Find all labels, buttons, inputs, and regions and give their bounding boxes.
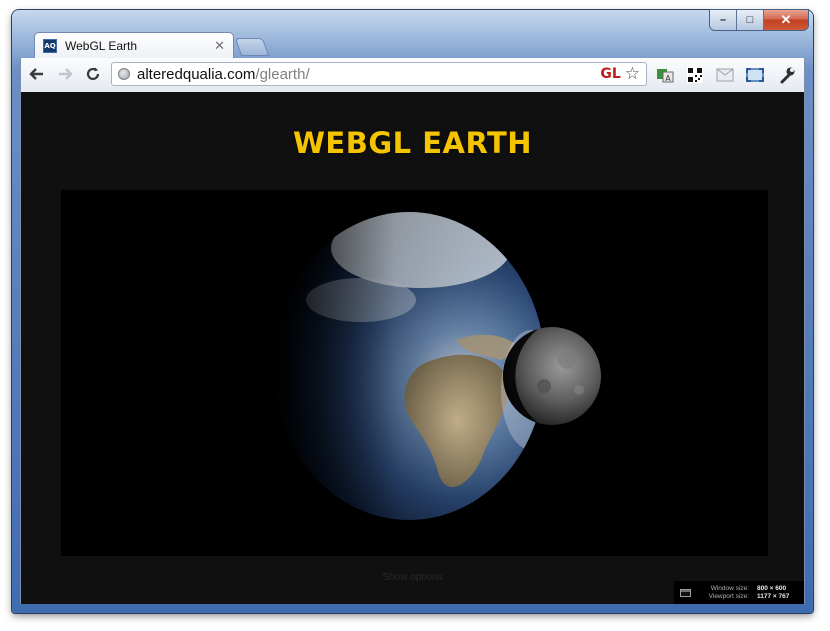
back-icon[interactable] bbox=[27, 65, 47, 85]
address-bar[interactable]: alteredqualia.com/glearth/ GL ☆ bbox=[111, 62, 647, 86]
url-host: alteredqualia.com bbox=[137, 65, 256, 83]
url-path: /glearth/ bbox=[255, 65, 310, 83]
forward-icon[interactable] bbox=[55, 65, 75, 85]
webgl-badge[interactable]: GL bbox=[600, 66, 620, 82]
viewport-size-label: Viewport size: bbox=[708, 592, 749, 600]
qr-code-icon[interactable] bbox=[685, 65, 705, 85]
fullscreen-icon[interactable] bbox=[745, 65, 765, 85]
window-icon bbox=[680, 588, 691, 597]
maximize-button[interactable]: □ bbox=[737, 10, 764, 30]
mail-icon[interactable] bbox=[715, 65, 735, 85]
star-icon[interactable]: ☆ bbox=[625, 64, 640, 84]
window-size-value: 800 × 600 bbox=[757, 584, 787, 592]
browser-tab[interactable]: AQ WebGL Earth ✕ bbox=[34, 32, 234, 58]
browser-window: – □ ✕ AQ WebGL Earth ✕ alteredqualia.com… bbox=[12, 10, 813, 613]
window-size-overlay: Window size: 800 × 600 Viewport size: 11… bbox=[674, 581, 804, 604]
webgl-canvas[interactable] bbox=[61, 190, 768, 556]
viewport-size-value: 1177 × 767 bbox=[757, 592, 790, 600]
globe-icon bbox=[118, 68, 130, 80]
minimize-button[interactable]: – bbox=[710, 10, 737, 30]
wrench-icon[interactable] bbox=[777, 65, 797, 85]
browser-toolbar: alteredqualia.com/glearth/ GL ☆ A bbox=[20, 58, 805, 92]
close-button[interactable]: ✕ bbox=[764, 10, 808, 30]
moon bbox=[502, 327, 601, 425]
svg-text:A: A bbox=[665, 74, 671, 83]
page-content: WEBGL EARTH Show options Window size: 80… bbox=[20, 92, 805, 604]
page-title: WEBGL EARTH bbox=[292, 126, 533, 160]
new-tab-button[interactable] bbox=[234, 38, 270, 56]
window-size-label: Window size: bbox=[710, 584, 749, 592]
translate-icon[interactable]: A bbox=[655, 65, 675, 85]
window-controls: – □ ✕ bbox=[710, 10, 808, 30]
earth-moon-scene bbox=[273, 212, 601, 520]
tab-title: WebGL Earth bbox=[65, 38, 138, 53]
title-bar: – □ ✕ AQ WebGL Earth ✕ bbox=[12, 10, 813, 58]
reload-icon[interactable] bbox=[83, 65, 103, 85]
favicon-icon: AQ bbox=[43, 38, 57, 53]
tab-close-icon[interactable]: ✕ bbox=[214, 38, 225, 54]
